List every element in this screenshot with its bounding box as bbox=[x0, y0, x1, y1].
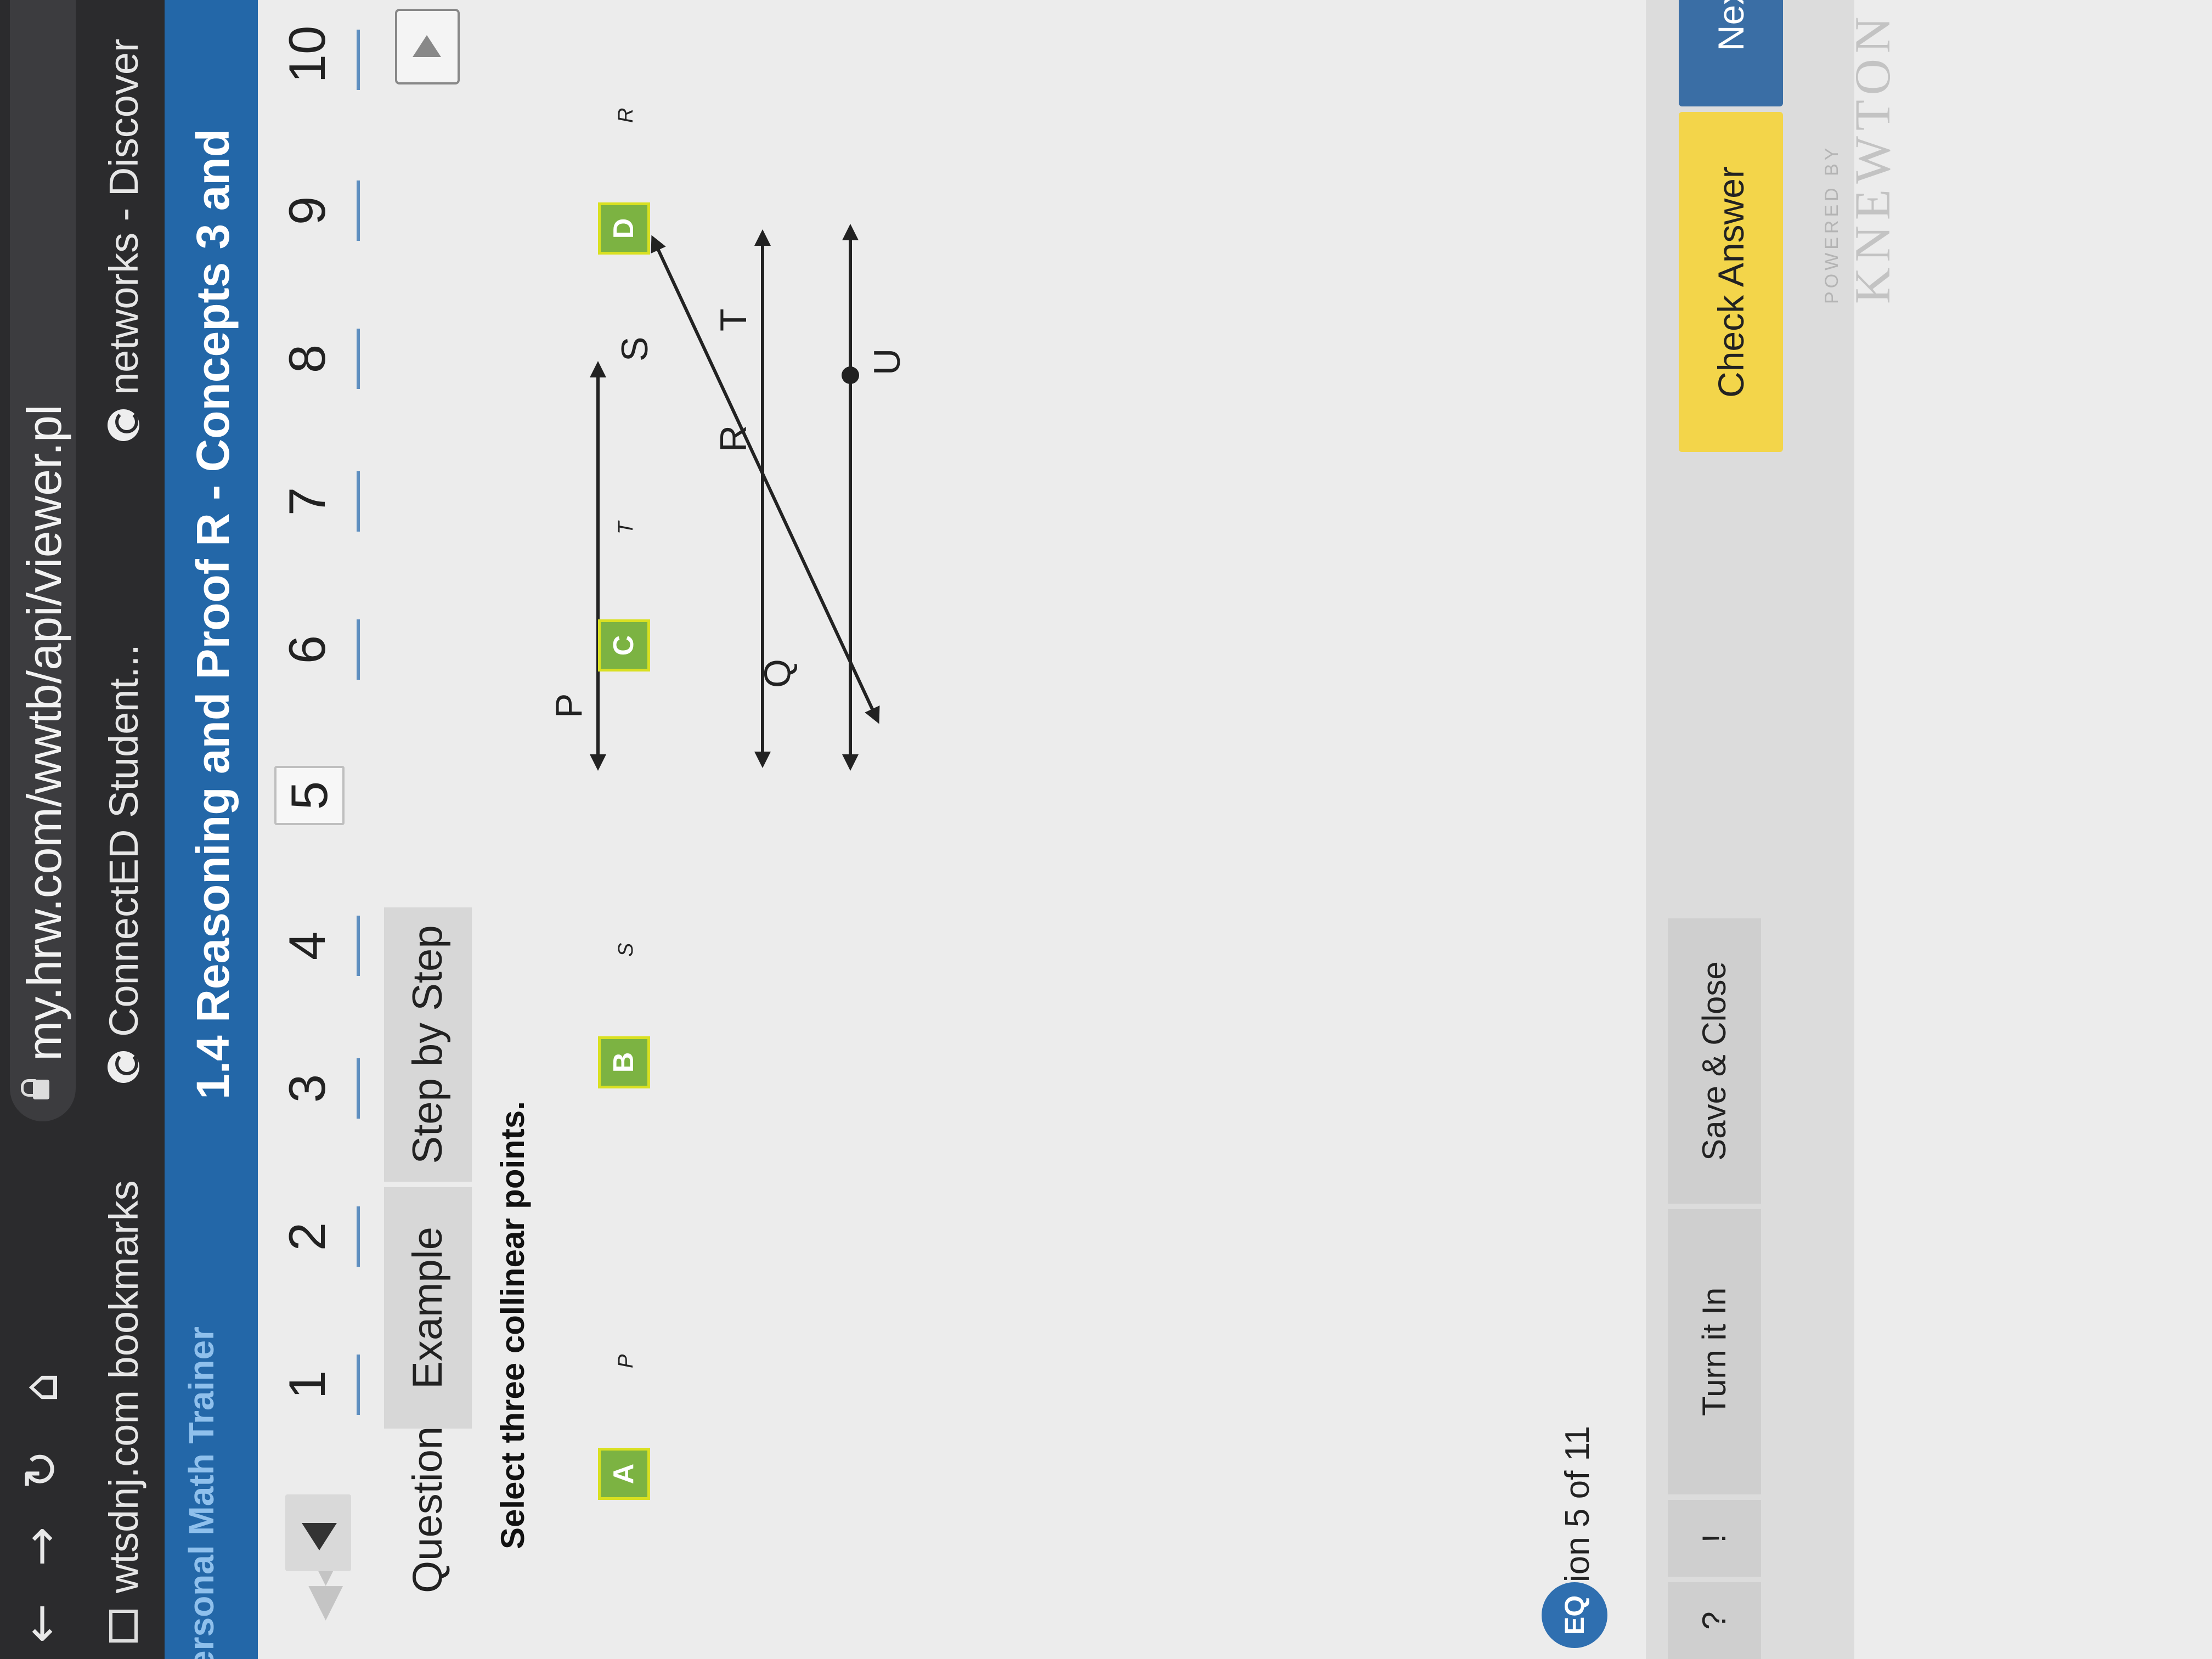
point-label-q: Q bbox=[757, 659, 798, 688]
option-d-button[interactable]: D bbox=[598, 202, 650, 255]
point-u-dot bbox=[842, 366, 859, 384]
bookmark-networks[interactable]: networks - Discover bbox=[93, 38, 154, 441]
bookmark-label: ConnectED Student... bbox=[100, 644, 146, 1037]
question-count: ion 5 of 11 bbox=[1559, 1426, 1596, 1582]
tab-example[interactable]: Example bbox=[384, 1187, 472, 1429]
lesson-title: 1.4 Reasoning and Proof R - Concepts 3 a… bbox=[187, 129, 239, 1099]
bookmark-grid-icon bbox=[109, 1610, 138, 1643]
question-progress-line bbox=[357, 180, 360, 241]
app-name[interactable]: ersonal Math Trainer bbox=[181, 1327, 222, 1659]
tab-step-by-step[interactable]: Step by Step bbox=[384, 907, 472, 1182]
address-bar[interactable]: my.hrw.com/wwtb/api/viewer.pl bbox=[10, 0, 76, 1121]
option-a-label: P bbox=[614, 1354, 637, 1368]
option-c-label: T bbox=[614, 521, 637, 534]
point-label-u: U bbox=[866, 348, 908, 375]
question-number-3[interactable]: 3 bbox=[274, 1061, 340, 1116]
question-number-7[interactable]: 7 bbox=[274, 474, 340, 529]
question-number-2[interactable]: 2 bbox=[274, 1209, 340, 1264]
url-text: my.hrw.com/wwtb/api/viewer.pl bbox=[17, 404, 71, 1061]
question-count-icon: EQ bbox=[1542, 1582, 1607, 1648]
next-question-button[interactable]: Next Question bbox=[1679, 0, 1783, 106]
knewton-logo: KNEWTON bbox=[1844, 11, 1900, 304]
question-number-1[interactable]: 1 bbox=[274, 1357, 340, 1412]
point-label-r: R bbox=[713, 425, 754, 452]
lock-icon bbox=[21, 1079, 50, 1099]
bookmark-wtsdnj[interactable]: wtsdnj.com bookmarks bbox=[93, 1180, 154, 1643]
option-b-label: S bbox=[614, 943, 637, 957]
question-progress-line bbox=[357, 30, 360, 90]
question-progress-line bbox=[357, 619, 360, 680]
bookmark-label: wtsdnj.com bookmarks bbox=[100, 1180, 146, 1593]
question-progress-line bbox=[357, 471, 360, 532]
forward-arrow-icon[interactable]: → bbox=[11, 1516, 71, 1577]
alert-button[interactable]: ! bbox=[1668, 1500, 1761, 1577]
prev-question-button[interactable] bbox=[285, 1494, 351, 1571]
question-number-10[interactable]: 10 bbox=[274, 13, 340, 95]
tab-question[interactable]: Question bbox=[384, 1426, 472, 1593]
reload-icon[interactable]: ↻ bbox=[11, 1440, 71, 1500]
question-number-4[interactable]: 4 bbox=[274, 918, 340, 973]
point-label-t: T bbox=[713, 308, 754, 331]
check-answer-button[interactable]: Check Answer bbox=[1679, 112, 1783, 452]
bookmark-connected[interactable]: ConnectED Student... bbox=[93, 644, 154, 1083]
geometry-diagram: P Q R S T U bbox=[548, 224, 908, 771]
powered-by-text: POWERED BY bbox=[1821, 144, 1842, 304]
bookmark-label: networks - Discover bbox=[100, 38, 146, 395]
turn-it-in-button[interactable]: Turn it In bbox=[1668, 1209, 1761, 1494]
question-prompt: Select three collinear points. bbox=[494, 1101, 531, 1549]
point-label-p: P bbox=[548, 693, 590, 718]
option-b-button[interactable]: B bbox=[598, 1036, 650, 1088]
question-progress-line bbox=[357, 1058, 360, 1119]
question-number-5[interactable]: 5 bbox=[274, 766, 345, 825]
back-arrow-icon[interactable]: ← bbox=[11, 1593, 71, 1654]
home-icon[interactable]: ⌂ bbox=[11, 1357, 71, 1418]
question-progress-line bbox=[357, 329, 360, 389]
question-progress-line bbox=[357, 1206, 360, 1267]
question-progress-line bbox=[357, 1355, 360, 1415]
bookmark-site-icon bbox=[108, 409, 139, 441]
app-screen: ← → ↻ ⌂ my.hrw.com/wwtb/api/viewer.pl wt… bbox=[0, 0, 2212, 1659]
browser-toolbar: ← → ↻ ⌂ my.hrw.com/wwtb/api/viewer.pl wt… bbox=[0, 0, 165, 1659]
option-d-label: R bbox=[614, 108, 637, 123]
save-close-button[interactable]: Save & Close bbox=[1668, 918, 1761, 1204]
question-progress-line bbox=[357, 916, 360, 976]
bookmark-site-icon bbox=[108, 1051, 139, 1083]
transversal-line bbox=[651, 235, 880, 724]
play-icon[interactable] bbox=[395, 9, 460, 84]
question-number-6[interactable]: 6 bbox=[274, 622, 340, 677]
option-c-button[interactable]: C bbox=[598, 619, 650, 672]
arrow-left-icon bbox=[302, 1523, 337, 1550]
option-a-button[interactable]: A bbox=[598, 1448, 650, 1500]
point-label-s: S bbox=[614, 337, 656, 362]
question-number-8[interactable]: 8 bbox=[274, 331, 340, 386]
help-button[interactable]: ? bbox=[1668, 1582, 1761, 1659]
question-number-9[interactable]: 9 bbox=[274, 183, 340, 238]
